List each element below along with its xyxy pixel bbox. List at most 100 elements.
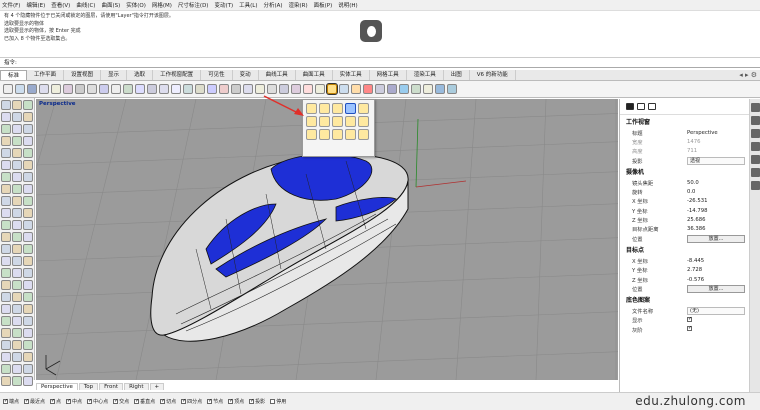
palette-tool-icon[interactable] xyxy=(12,244,22,254)
palette-tool-icon[interactable] xyxy=(12,340,22,350)
palette-tool-icon[interactable] xyxy=(23,268,33,278)
toolbar-tab[interactable]: 曲线工具 xyxy=(259,70,296,80)
osnap-checkbox[interactable] xyxy=(66,398,71,404)
palette-tool-icon[interactable] xyxy=(12,256,22,266)
palette-tool-icon[interactable] xyxy=(23,316,33,326)
palette-tool-icon[interactable] xyxy=(1,340,11,350)
osnap-toggle[interactable]: 顶点 xyxy=(228,398,244,405)
palette-tool-icon[interactable] xyxy=(1,220,11,230)
light-option-icon[interactable] xyxy=(345,129,356,140)
viewport-title[interactable]: Perspective xyxy=(39,101,76,107)
palette-tool-icon[interactable] xyxy=(1,100,11,110)
link-icon[interactable] xyxy=(648,103,656,110)
palette-tool-icon[interactable] xyxy=(12,292,22,302)
palette-tool-icon[interactable] xyxy=(1,304,11,314)
palette-tool-icon[interactable] xyxy=(12,316,22,326)
osnap-toggle[interactable]: 节点 xyxy=(207,398,223,405)
light-option-icon[interactable] xyxy=(332,116,343,127)
palette-tool-icon[interactable] xyxy=(12,328,22,338)
command-prompt[interactable]: 指令: xyxy=(0,58,760,68)
toolbar-tool-icon[interactable] xyxy=(363,84,373,94)
palette-tool-icon[interactable] xyxy=(23,172,33,182)
palette-tool-icon[interactable] xyxy=(23,280,33,290)
osnap-toggle[interactable]: 投影 xyxy=(249,398,265,405)
toolbar-tab[interactable]: 网格工具 xyxy=(370,70,407,80)
toolbar-tab[interactable]: 出图 xyxy=(444,70,470,80)
toolbar-tool-icon[interactable] xyxy=(123,84,133,94)
tab-front[interactable]: Front xyxy=(99,382,124,390)
palette-tool-icon[interactable] xyxy=(12,280,22,290)
light-tool-icon[interactable] xyxy=(326,83,338,95)
osnap-checkbox[interactable] xyxy=(50,398,55,404)
tab-right[interactable]: Right xyxy=(124,382,149,390)
toolbar-tab[interactable]: V6 的新功能 xyxy=(470,70,516,80)
toolbar-tab[interactable]: 标准 xyxy=(0,70,28,80)
palette-tool-icon[interactable] xyxy=(1,256,11,266)
palette-tool-icon[interactable] xyxy=(23,184,33,194)
toolbar-tool-icon[interactable] xyxy=(171,84,181,94)
osnap-toggle[interactable]: 端点 xyxy=(3,398,19,405)
panel-tab-icon[interactable] xyxy=(751,103,760,112)
tab-perspective[interactable]: Perspective xyxy=(36,382,78,390)
light-option-icon[interactable] xyxy=(358,103,369,114)
toolbar-tool-icon[interactable] xyxy=(3,84,13,94)
palette-tool-icon[interactable] xyxy=(12,160,22,170)
toolbar-tab[interactable]: 可见性 xyxy=(201,70,233,80)
palette-tool-icon[interactable] xyxy=(1,196,11,206)
toolbar-tool-icon[interactable] xyxy=(315,84,325,94)
osnap-checkbox[interactable] xyxy=(160,398,165,404)
menu-item[interactable]: 说明(H) xyxy=(338,1,357,9)
toolbar-tab[interactable]: 变动 xyxy=(233,70,259,80)
palette-tool-icon[interactable] xyxy=(23,220,33,230)
menu-item[interactable]: 实体(O) xyxy=(126,1,146,9)
toolbar-tool-icon[interactable] xyxy=(207,84,217,94)
light-option-icon[interactable] xyxy=(306,129,317,140)
palette-tool-icon[interactable] xyxy=(1,280,11,290)
toolbar-tool-icon[interactable] xyxy=(51,84,61,94)
show-checkbox[interactable] xyxy=(687,316,692,322)
palette-tool-icon[interactable] xyxy=(1,364,11,374)
projection-select[interactable]: 透视 xyxy=(687,156,745,165)
light-option-icon[interactable] xyxy=(319,116,330,127)
palette-tool-icon[interactable] xyxy=(12,196,22,206)
osnap-toggle[interactable]: 中点 xyxy=(66,398,82,405)
palette-tool-icon[interactable] xyxy=(12,112,22,122)
osnap-checkbox[interactable] xyxy=(24,398,29,404)
osnap-checkbox[interactable] xyxy=(87,398,92,404)
toolbar-tool-icon[interactable] xyxy=(135,84,145,94)
palette-tool-icon[interactable] xyxy=(23,208,33,218)
osnap-toggle[interactable]: 中心点 xyxy=(87,398,108,405)
toolbar-tool-icon[interactable] xyxy=(243,84,253,94)
toolbar-tool-icon[interactable] xyxy=(111,84,121,94)
toolbar-tool-icon[interactable] xyxy=(195,84,205,94)
object-props-icon[interactable] xyxy=(637,103,645,110)
osnap-toggle[interactable]: 最近点 xyxy=(24,398,45,405)
palette-tool-icon[interactable] xyxy=(23,136,33,146)
add-viewport-icon[interactable]: + xyxy=(149,382,165,390)
palette-tool-icon[interactable] xyxy=(23,160,33,170)
osnap-toggle[interactable]: 四分点 xyxy=(181,398,202,405)
palette-tool-icon[interactable] xyxy=(1,148,11,158)
palette-tool-icon[interactable] xyxy=(12,172,22,182)
palette-tool-icon[interactable] xyxy=(1,292,11,302)
palette-tool-icon[interactable] xyxy=(12,136,22,146)
toolbar-tab[interactable]: 渲染工具 xyxy=(407,70,444,80)
toolbar-tool-icon[interactable] xyxy=(87,84,97,94)
menu-item[interactable]: 渲染(R) xyxy=(289,1,308,9)
toolbar-tab[interactable]: 工作平面 xyxy=(27,70,65,80)
palette-tool-icon[interactable] xyxy=(23,256,33,266)
osnap-toggle[interactable]: 停用 xyxy=(270,398,286,405)
light-option-icon[interactable] xyxy=(332,103,343,114)
palette-tool-icon[interactable] xyxy=(12,352,22,362)
palette-tool-icon[interactable] xyxy=(1,316,11,326)
grayscale-checkbox[interactable] xyxy=(687,325,692,332)
palette-tool-icon[interactable] xyxy=(23,124,33,134)
palette-tool-icon[interactable] xyxy=(1,268,11,278)
wallpaper-file-select[interactable]: (无) xyxy=(687,307,745,316)
osnap-toggle[interactable]: 点 xyxy=(50,398,61,405)
palette-tool-icon[interactable] xyxy=(1,172,11,182)
palette-tool-icon[interactable] xyxy=(23,100,33,110)
osnap-toggle[interactable]: 切点 xyxy=(160,398,176,405)
light-option-icon[interactable] xyxy=(332,129,343,140)
panel-tab-icon[interactable] xyxy=(751,116,760,125)
